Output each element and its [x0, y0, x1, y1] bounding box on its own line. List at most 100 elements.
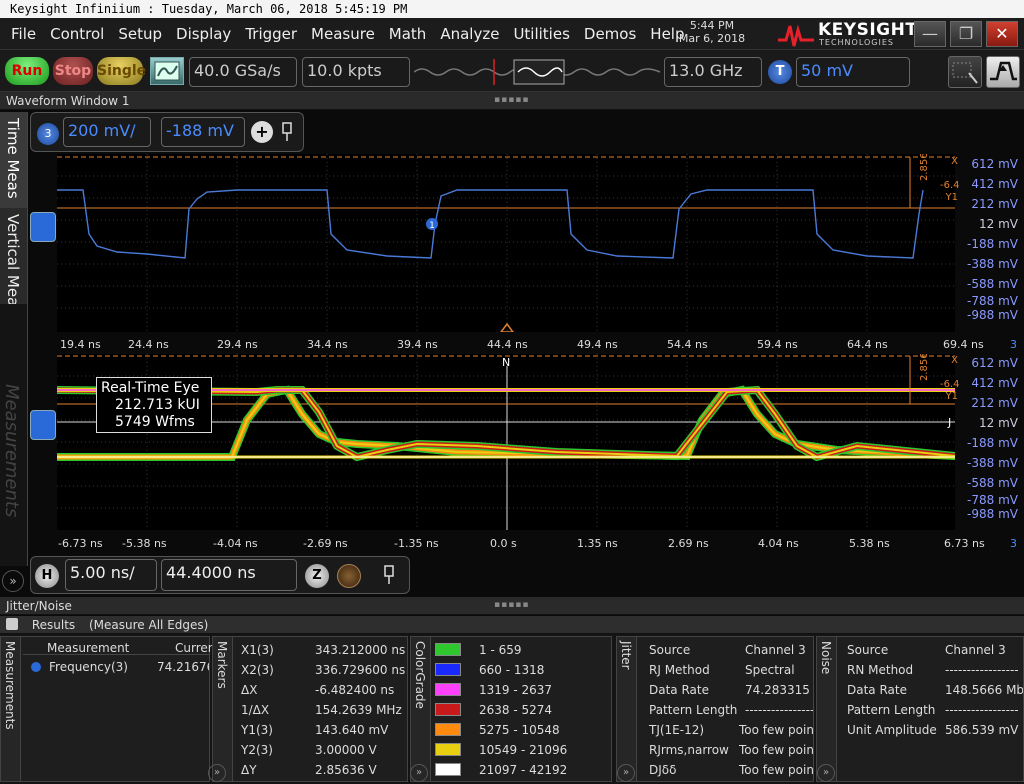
- menu-utilities[interactable]: Utilities: [506, 25, 576, 43]
- top-scale-label: 612 mV: [971, 157, 1018, 171]
- time-scale-field[interactable]: 5.00 ns/: [65, 559, 157, 591]
- run-button[interactable]: Run: [5, 57, 49, 85]
- ground-marker-eye[interactable]: [30, 410, 56, 440]
- menu-setup[interactable]: Setup: [111, 25, 169, 43]
- autoscale-button[interactable]: [150, 57, 184, 85]
- marker-label: 1/ΔX: [241, 703, 270, 717]
- table-row[interactable]: Frequency(3) 74.216764: [23, 659, 209, 675]
- noise-scroll-button[interactable]: »: [817, 764, 835, 782]
- waveform-window-title: Waveform Window 1 ▪▪▪▪▪: [0, 92, 1024, 110]
- autoscale-icon: [154, 61, 180, 81]
- menu-analyze[interactable]: Analyze: [433, 25, 506, 43]
- vertical-offset-field[interactable]: -188 mV: [161, 117, 245, 147]
- menu-measure[interactable]: Measure: [304, 25, 382, 43]
- zoom-slider-button[interactable]: [337, 564, 361, 588]
- colorgrade-range: 10549 - 21096: [479, 743, 568, 757]
- top-cursor-labels: X -6.4 Y1: [940, 156, 960, 204]
- noise-value: -----------------: [945, 703, 1019, 717]
- channel-3-badge[interactable]: 3: [37, 123, 59, 145]
- close-button[interactable]: ✕: [986, 21, 1018, 47]
- measurements-side-tab[interactable]: Measurements: [1, 637, 21, 781]
- eye-time-label: 6.73 ns: [944, 537, 985, 550]
- menu-display[interactable]: Display: [169, 25, 238, 43]
- horizontal-badge[interactable]: H: [35, 564, 59, 588]
- time-position-field[interactable]: 44.4000 ns: [161, 559, 297, 591]
- noise-box: Noise Source Channel 3 RN Method -------…: [816, 636, 1024, 782]
- single-button[interactable]: Single: [97, 57, 146, 85]
- minimize-button[interactable]: —: [914, 21, 946, 47]
- top-scale-label: -788 mV: [967, 294, 1018, 308]
- menu-math[interactable]: Math: [382, 25, 434, 43]
- toolbar: Run Stop Single 40.0 GSa/s 10.0 kpts 13.…: [0, 50, 1024, 92]
- add-waveform-button[interactable]: +: [251, 121, 273, 143]
- clock: 5:44 PM Mar 6, 2018: [668, 19, 756, 45]
- markers-side-tab[interactable]: Markers: [213, 637, 233, 781]
- colorgrade-scroll-button[interactable]: »: [410, 764, 428, 782]
- logo-name: KEYSIGHT: [818, 20, 918, 40]
- colorgrade-swatch: [435, 743, 461, 756]
- noise-label: Pattern Length: [847, 703, 936, 717]
- edge-trigger-button[interactable]: [986, 56, 1020, 88]
- marker-value: 154.2639 MHz: [315, 703, 402, 717]
- memory-depth-field[interactable]: 10.0 kpts: [302, 57, 410, 87]
- tab-time-meas[interactable]: Time Meas: [0, 112, 28, 208]
- marker-label: X2(3): [241, 663, 274, 677]
- clock-date: Mar 6, 2018: [678, 32, 746, 45]
- tab-measurements[interactable]: Measurements: [0, 304, 28, 566]
- colorgrade-range: 1 - 659: [479, 643, 522, 657]
- keysight-logo: KEYSIGHT TECHNOLOGIES: [776, 20, 917, 48]
- jitter-scroll-button[interactable]: »: [617, 764, 635, 782]
- results-title: Results: [31, 618, 76, 632]
- marker-value: 2.85636 V: [315, 763, 377, 777]
- eye-time-label: 0.0 s: [490, 537, 517, 550]
- noise-value: -----------------: [945, 663, 1019, 677]
- pin-icon[interactable]: [279, 121, 295, 143]
- colorgrade-side-tab[interactable]: ColorGrade: [411, 637, 431, 781]
- menu-control[interactable]: Control: [43, 25, 111, 43]
- eye-scale-label: -188 mV: [967, 436, 1018, 450]
- markers-scroll-button[interactable]: »: [208, 764, 226, 782]
- pin-icon[interactable]: [381, 564, 397, 586]
- tab-time-meas-label: Time Meas: [4, 118, 22, 199]
- menu-demos[interactable]: Demos: [577, 25, 643, 43]
- menu-trigger[interactable]: Trigger: [238, 25, 304, 43]
- top-time-label: 44.4 ns: [487, 338, 528, 351]
- panel-grip-icon: ▪▪▪▪▪: [494, 95, 530, 105]
- stop-button[interactable]: Stop: [53, 57, 93, 85]
- ground-marker-top[interactable]: [30, 212, 56, 242]
- eye-scale-label: -388 mV: [967, 456, 1018, 470]
- eye-delta-y-label: 2.8564 V: [919, 354, 930, 381]
- tab-vertical-meas[interactable]: Vertical Meas: [0, 208, 28, 314]
- vertical-scale-field[interactable]: 200 mV/: [63, 117, 151, 147]
- expand-panel-button[interactable]: »: [2, 570, 24, 592]
- jitter-side-label: Jitter: [619, 641, 633, 670]
- results-panel: Measurements Measurement Currer Frequenc…: [0, 634, 1024, 784]
- restore-button[interactable]: ❐: [950, 21, 982, 47]
- sample-rate-field[interactable]: 40.0 GSa/s: [189, 57, 297, 87]
- jitter-side-tab[interactable]: Jitter: [617, 637, 637, 781]
- channel-3-controls: 3 200 mV/ -188 mV +: [30, 112, 304, 152]
- eye-cursor-y1-label: Y1: [945, 391, 958, 402]
- top-vertical-scale: 612 mV 412 mV 212 mV 12 mV -188 mV -388 …: [957, 154, 1024, 332]
- results-subtitle: (Measure All Edges): [89, 618, 209, 632]
- top-time-label: 19.4 ns: [60, 338, 101, 351]
- measurement-name: Frequency(3): [49, 660, 128, 674]
- jitter-value: Too few point: [739, 763, 813, 777]
- noise-side-tab[interactable]: Noise: [817, 637, 837, 781]
- trigger-position-strip[interactable]: [414, 59, 660, 85]
- zoom-button[interactable]: Z: [305, 564, 329, 588]
- trigger-level-field[interactable]: 50 mV: [796, 57, 910, 87]
- markers-side-label: Markers: [215, 641, 229, 689]
- menu-file[interactable]: File: [4, 25, 43, 43]
- jitter-value: Too few point: [739, 723, 813, 737]
- noise-side-label: Noise: [819, 641, 833, 675]
- top-time-label: 54.4 ns: [667, 338, 708, 351]
- bandwidth-field[interactable]: 13.0 GHz: [664, 57, 762, 87]
- top-waveform-grid[interactable]: 1 2.8564 V: [57, 136, 955, 333]
- noise-value: 586.539 mV: [945, 723, 1019, 737]
- measurements-table-header: Measurement Currer: [23, 639, 213, 655]
- trigger-badge[interactable]: T: [768, 60, 792, 84]
- results-menu-icon[interactable]: [6, 618, 18, 630]
- measure-tool-button[interactable]: [948, 56, 982, 88]
- clock-time: 5:44 PM: [689, 19, 735, 32]
